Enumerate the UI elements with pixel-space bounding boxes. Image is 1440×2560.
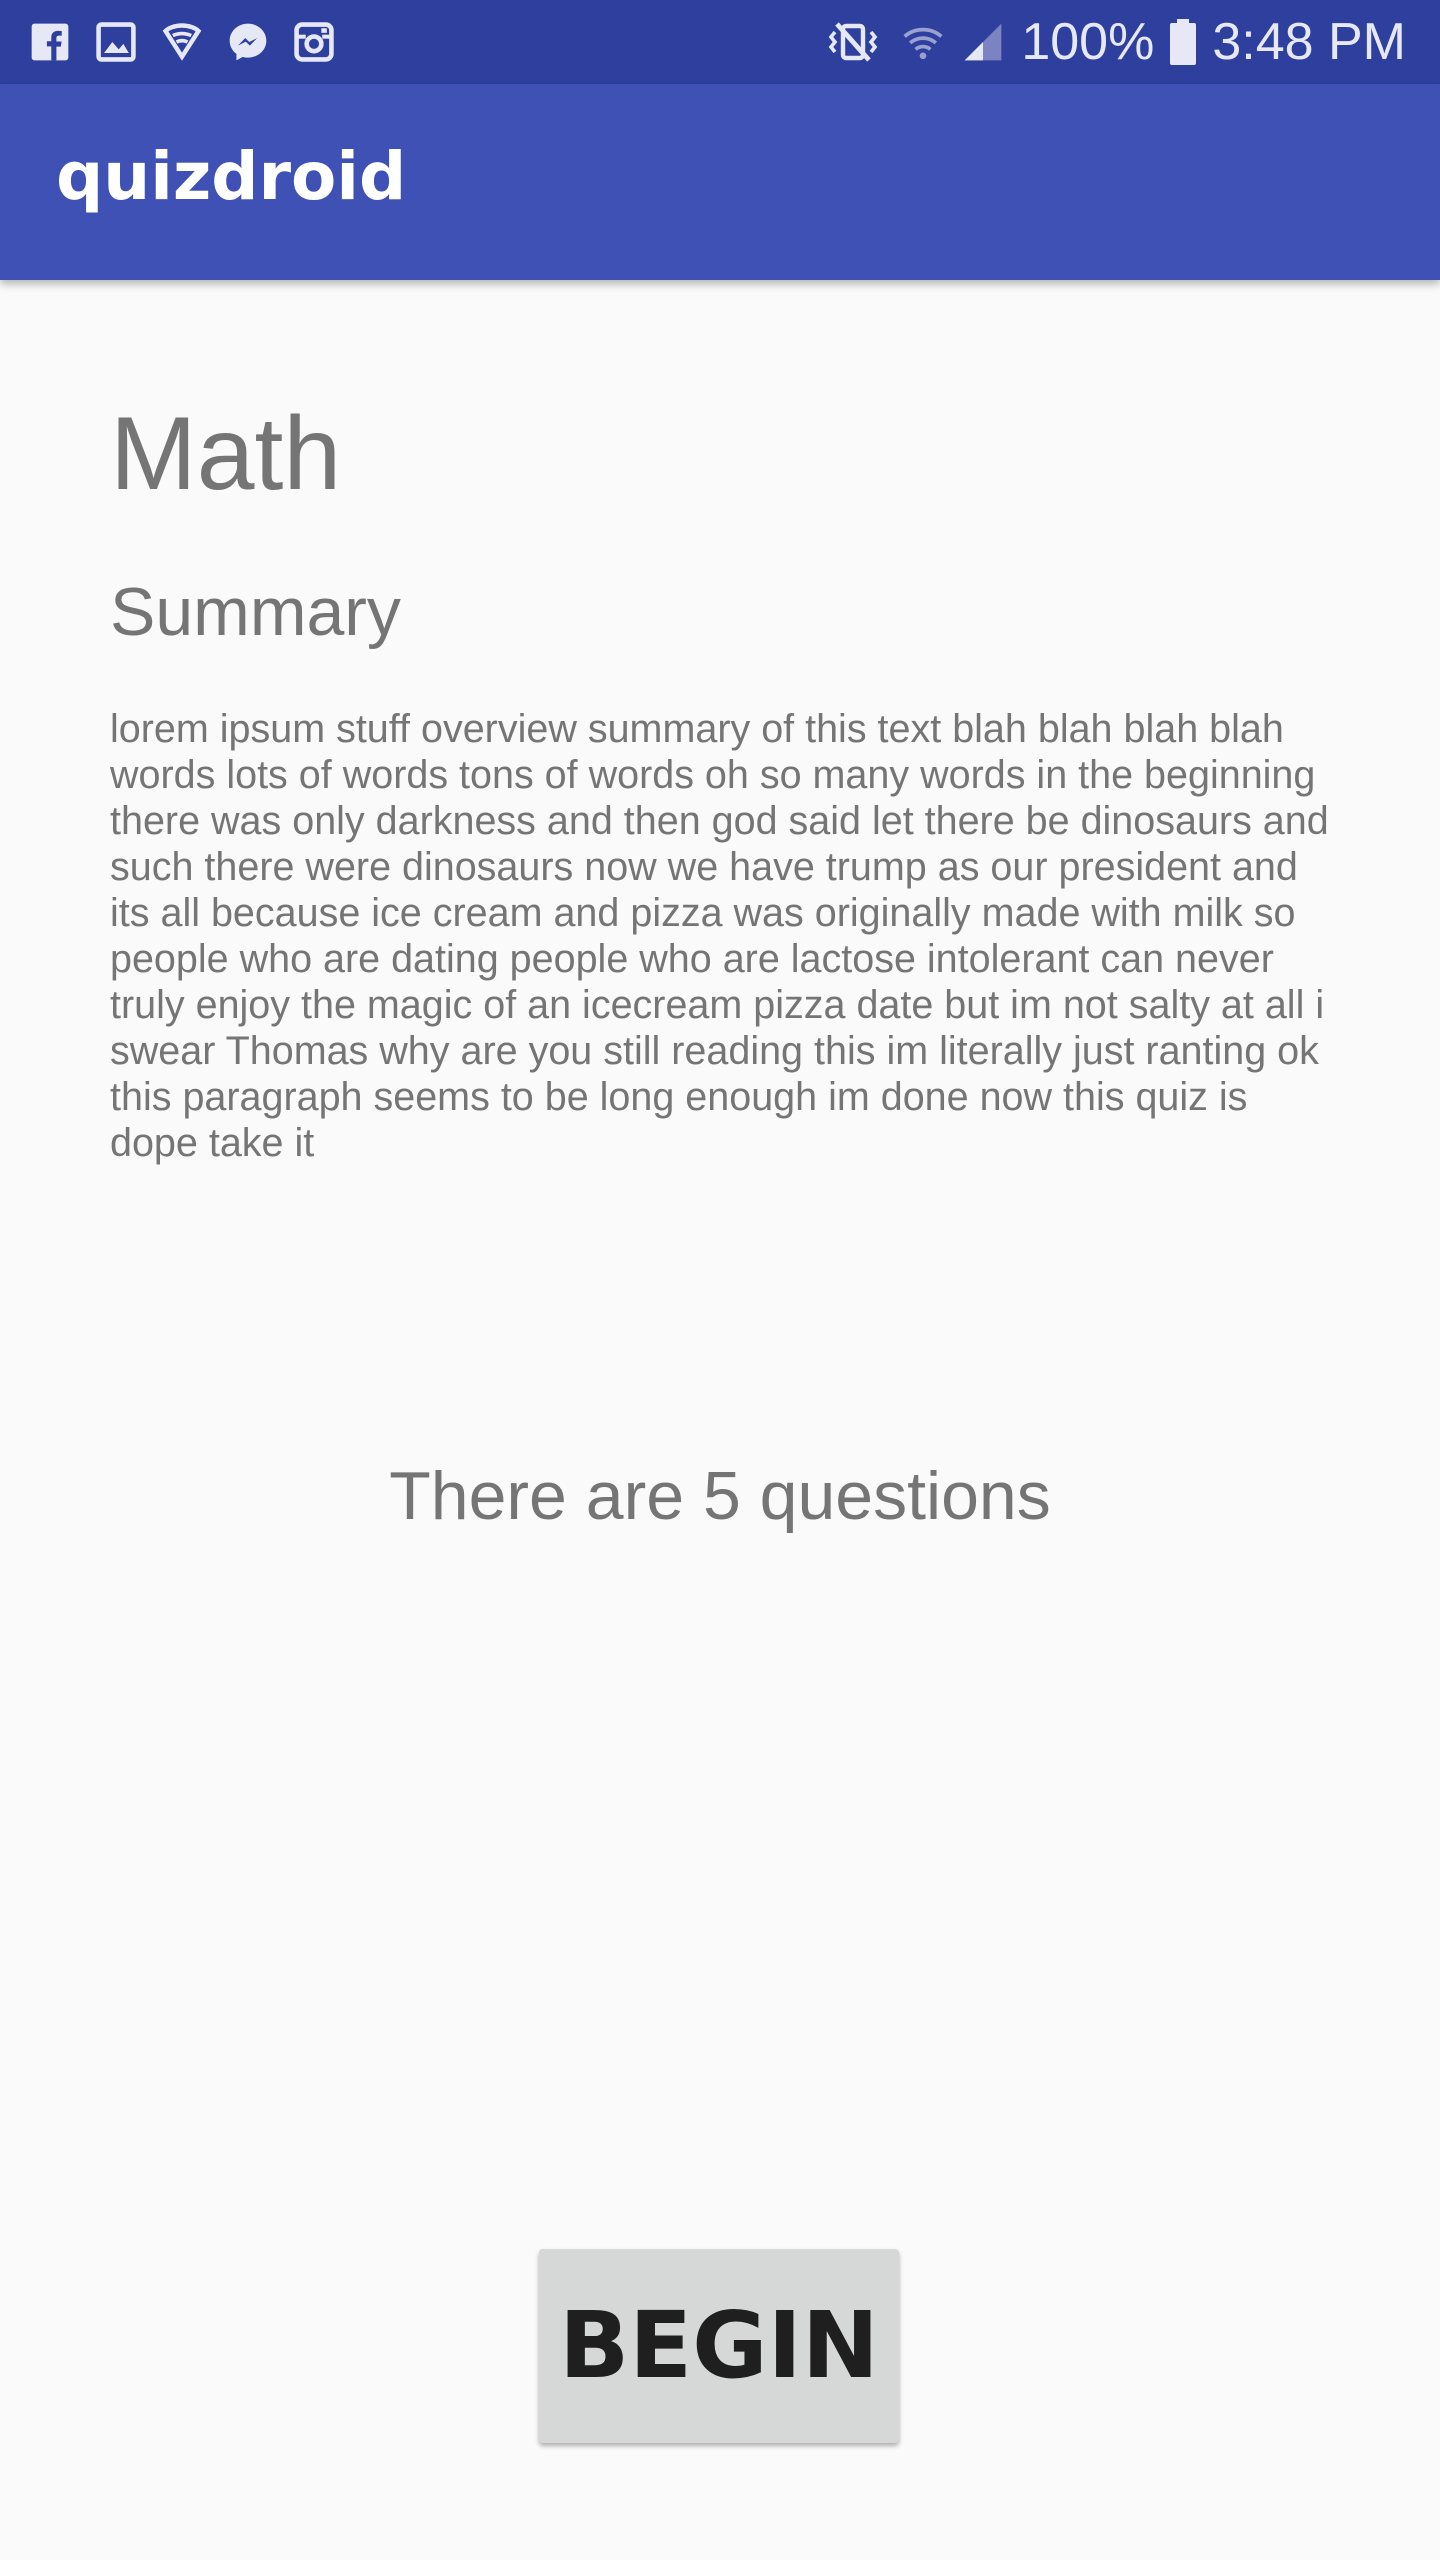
question-count: There are 5 questions: [389, 1458, 1051, 1534]
clock: 3:48 PM: [1212, 13, 1406, 71]
quiz-title: Math: [110, 396, 342, 512]
begin-button[interactable]: BEGIN: [539, 2249, 899, 2443]
gallery-icon: [96, 22, 136, 62]
battery-icon: [1170, 19, 1197, 65]
app-title: quizdroid: [56, 138, 407, 215]
summary-heading: Summary: [110, 574, 401, 650]
facebook-icon: [31, 23, 69, 61]
instagram-icon: [294, 22, 334, 62]
notification-icons: [28, 20, 336, 64]
status-bar: 100% 3:48 PM: [0, 0, 1440, 84]
vibrate-icon: [829, 22, 878, 62]
summary-text: lorem ipsum stuff overview summary of th…: [110, 707, 1329, 1165]
messenger-icon: [229, 23, 267, 61]
shield-icon: [162, 23, 202, 61]
signal-icon: [965, 23, 1002, 61]
battery-percent: 100%: [1021, 13, 1155, 71]
system-status: 100% 3:48 PM: [821, 0, 1406, 84]
wifi-icon: [903, 27, 943, 60]
app-bar: quizdroid: [0, 84, 1440, 280]
